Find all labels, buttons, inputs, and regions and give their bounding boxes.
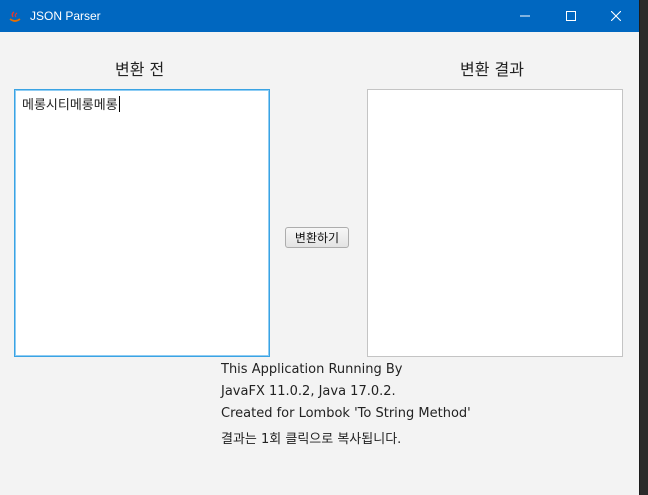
close-button[interactable] [593,0,639,32]
info-line-3: Created for Lombok 'To String Method' [221,406,471,421]
minimize-icon [520,11,530,21]
text-caret [118,96,120,112]
input-textarea[interactable]: 메롱시티메롱메롱 [14,89,270,357]
info-line-4: 결과는 1회 클릭으로 복사됩니다. [221,432,402,447]
java-cup-icon [8,9,22,23]
app-window: JSON Parser 변환 전 변환 결과 메롱시티메롱메롱 변환하기 Thi… [0,0,640,495]
close-icon [611,11,621,21]
background-editor-strip [640,0,648,495]
info-line-1: This Application Running By [221,362,403,377]
maximize-icon [566,11,576,21]
input-heading: 변환 전 [115,60,165,79]
convert-button[interactable]: 변환하기 [285,227,349,248]
minimize-button[interactable] [502,0,548,32]
info-line-2: JavaFX 11.0.2, Java 17.0.2. [221,384,396,399]
title-bar[interactable]: JSON Parser [0,0,639,32]
input-text: 메롱시티메롱메롱 [22,98,118,113]
maximize-button[interactable] [548,0,594,32]
output-textarea[interactable] [367,89,623,357]
output-heading: 변환 결과 [460,60,524,79]
window-title: JSON Parser [30,9,101,23]
